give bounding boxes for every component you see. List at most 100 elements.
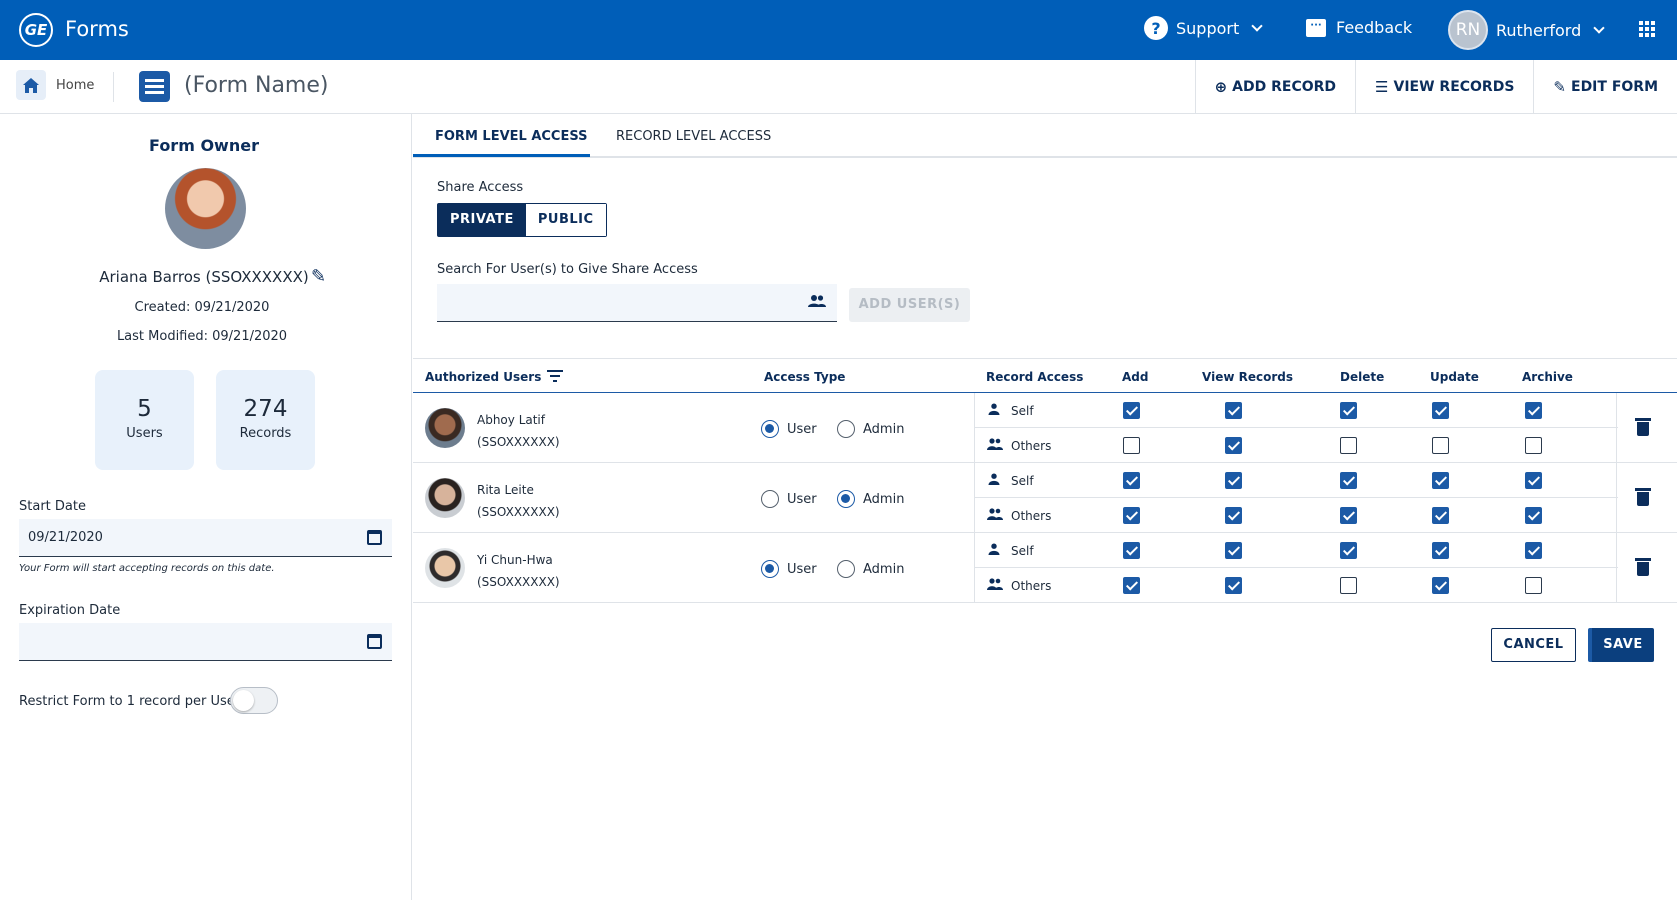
permission-checkbox[interactable] [1225, 507, 1242, 524]
cancel-button[interactable]: CANCEL [1491, 628, 1576, 662]
avatar [425, 478, 465, 518]
help-icon: ? [1144, 16, 1168, 40]
access-user-radio[interactable]: User [761, 420, 817, 438]
radio-dot[interactable] [837, 560, 855, 578]
tab-form-level-access[interactable]: FORM LEVEL ACCESS [435, 129, 587, 144]
radio-dot[interactable] [837, 420, 855, 438]
trash-icon[interactable] [1635, 488, 1651, 506]
scope-label: Others [987, 578, 1051, 593]
scope-label: Others [987, 508, 1051, 523]
permission-checkbox[interactable] [1340, 402, 1357, 419]
access-admin-radio[interactable]: Admin [837, 420, 904, 438]
edit-owner-pencil-icon[interactable]: ✎ [311, 266, 326, 287]
permission-checkbox[interactable] [1225, 577, 1242, 594]
header-record-access: Record Access [986, 370, 1084, 384]
add-record-button[interactable]: ⊕ ADD RECORD [1194, 60, 1355, 114]
radio-dot[interactable] [837, 490, 855, 508]
radio-dot[interactable] [761, 420, 779, 438]
permission-checkbox[interactable] [1525, 542, 1542, 559]
edit-form-button[interactable]: ✎ EDIT FORM [1533, 60, 1677, 114]
user-sso: (SSOXXXXXX) [477, 435, 560, 449]
trash-icon[interactable] [1635, 558, 1651, 576]
expiration-date-field[interactable] [19, 623, 392, 661]
access-admin-radio[interactable]: Admin [837, 490, 904, 508]
permission-checkbox[interactable] [1340, 542, 1357, 559]
permission-checkbox[interactable] [1432, 542, 1449, 559]
record-access-others: Others [975, 428, 1618, 463]
permission-checkbox[interactable] [1432, 437, 1449, 454]
permission-checkbox[interactable] [1432, 507, 1449, 524]
access-admin-radio[interactable]: Admin [837, 560, 904, 578]
home-label[interactable]: Home [56, 78, 94, 93]
permission-checkbox[interactable] [1340, 577, 1357, 594]
user-search-label: Search For User(s) to Give Share Access [437, 262, 698, 277]
person-icon [987, 403, 1001, 418]
feedback-label: Feedback [1336, 18, 1413, 37]
scope-text: Others [1011, 438, 1052, 453]
user-name-cell: Abhoy Latif (SSOXXXXXX) [477, 409, 560, 453]
permission-checkbox[interactable] [1432, 472, 1449, 489]
radio-dot[interactable] [761, 490, 779, 508]
calendar-icon[interactable] [367, 634, 382, 649]
form-name: (Form Name) [184, 73, 329, 98]
add-users-button[interactable]: ADD USER(S) [849, 288, 970, 322]
permission-checkbox[interactable] [1123, 402, 1140, 419]
permission-checkbox[interactable] [1525, 402, 1542, 419]
permission-checkbox[interactable] [1225, 542, 1242, 559]
permission-checkbox[interactable] [1225, 472, 1242, 489]
permission-checkbox[interactable] [1225, 437, 1242, 454]
permission-checkbox[interactable] [1340, 437, 1357, 454]
permission-checkbox[interactable] [1123, 542, 1140, 559]
permission-checkbox[interactable] [1123, 577, 1140, 594]
header-update: Update [1430, 370, 1479, 384]
restrict-toggle[interactable] [230, 687, 278, 714]
user-menu[interactable]: RN Rutherford [1448, 10, 1605, 50]
radio-dot[interactable] [761, 560, 779, 578]
people-icon [987, 578, 1003, 593]
feedback-button[interactable]: ··· Feedback [1306, 18, 1412, 37]
header-view-records: View Records [1202, 370, 1293, 384]
public-option[interactable]: PUBLIC [525, 204, 606, 236]
calendar-icon[interactable] [367, 530, 382, 545]
user-name: Rita Leite [477, 483, 534, 497]
filter-icon[interactable] [547, 370, 563, 382]
permission-checkbox[interactable] [1432, 402, 1449, 419]
apps-grid-icon[interactable] [1639, 21, 1655, 37]
app-title[interactable]: Forms [65, 17, 129, 41]
radio-label: Admin [863, 421, 905, 437]
permission-checkbox[interactable] [1225, 402, 1242, 419]
home-button[interactable] [16, 70, 46, 100]
chevron-down-icon [1251, 20, 1263, 32]
permission-checkbox[interactable] [1123, 472, 1140, 489]
user-search-input[interactable] [437, 284, 837, 322]
permission-checkbox[interactable] [1432, 577, 1449, 594]
permission-checkbox[interactable] [1525, 472, 1542, 489]
pencil-icon: ✎ [1553, 78, 1566, 96]
tab-record-level-access[interactable]: RECORD LEVEL ACCESS [616, 129, 771, 144]
home-icon [23, 77, 39, 93]
trash-icon[interactable] [1635, 418, 1651, 436]
support-menu[interactable]: ? Support [1144, 16, 1263, 40]
header-access-type: Access Type [764, 370, 846, 384]
radio-label: Admin [863, 561, 905, 577]
start-date-field[interactable]: 09/21/2020 [19, 519, 392, 557]
table-header: Authorized Users Access Type Record Acce… [413, 358, 1677, 393]
share-access-label: Share Access [437, 180, 524, 195]
modified-date: Last Modified: 09/21/2020 [116, 329, 288, 344]
save-button[interactable]: SAVE [1588, 628, 1654, 662]
ge-logo-icon[interactable]: GE [19, 13, 53, 47]
permission-checkbox[interactable] [1525, 437, 1542, 454]
access-user-radio[interactable]: User [761, 490, 817, 508]
users-label: Users [126, 426, 163, 441]
permission-checkbox[interactable] [1123, 437, 1140, 454]
access-user-radio[interactable]: User [761, 560, 817, 578]
private-option[interactable]: PRIVATE [438, 204, 526, 236]
user-sso: (SSOXXXXXX) [477, 575, 560, 589]
permission-checkbox[interactable] [1123, 507, 1140, 524]
permission-checkbox[interactable] [1525, 507, 1542, 524]
permission-checkbox[interactable] [1525, 577, 1542, 594]
permission-checkbox[interactable] [1340, 472, 1357, 489]
avatar: RN [1448, 10, 1488, 50]
view-records-button[interactable]: ☰ VIEW RECORDS [1355, 60, 1533, 114]
permission-checkbox[interactable] [1340, 507, 1357, 524]
